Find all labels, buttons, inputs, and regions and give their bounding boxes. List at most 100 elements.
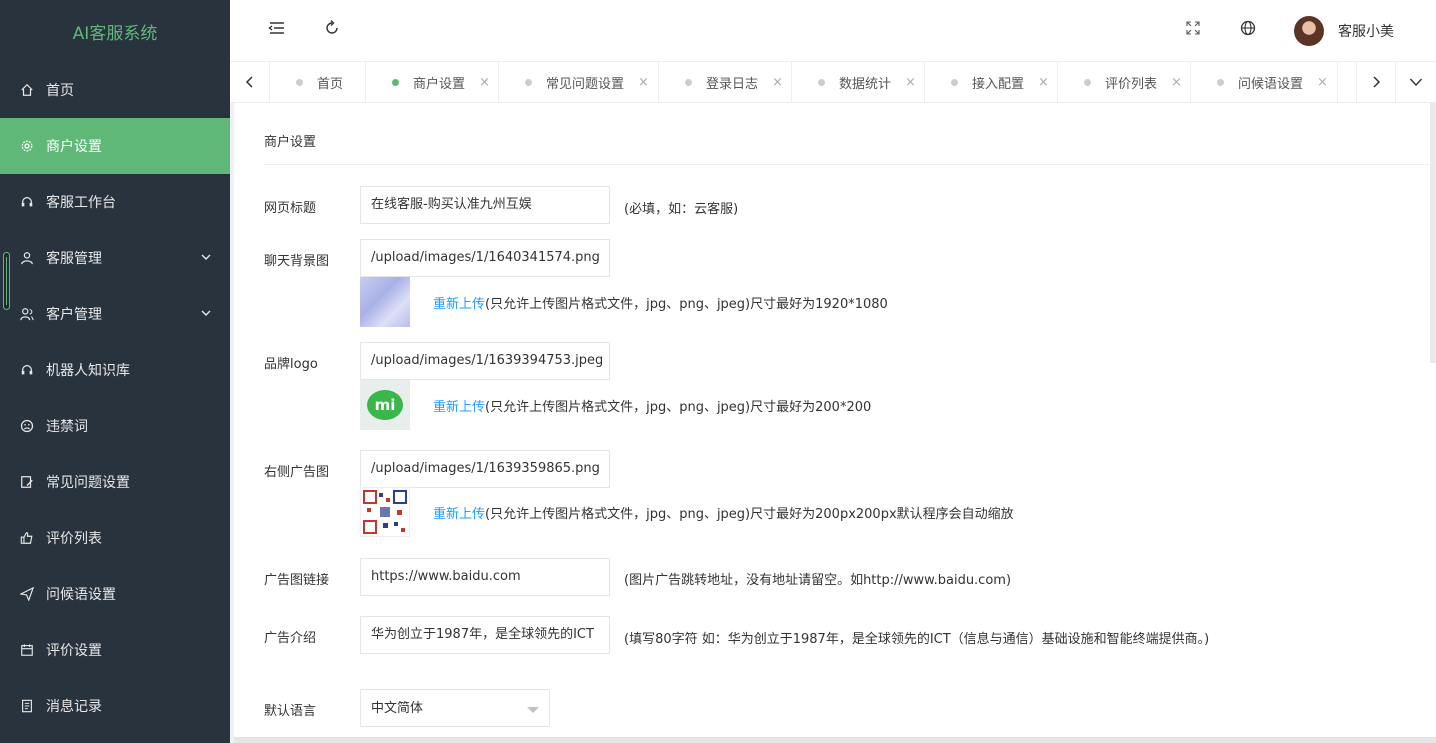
sidebar-item-home[interactable]: 首页 [0,62,230,118]
chat-bg-upload-note: (只允许上传图片格式文件，jpg、png、jpeg)尺寸最好为1920*1080 [485,297,888,312]
tab-merchant-settings[interactable]: 商户设置 × [366,62,499,102]
refresh-button[interactable] [323,19,341,37]
tab-label: 常见问题设置 [546,76,625,92]
top-header: 客服小美 [230,0,1436,62]
brand-logo-input[interactable]: /upload/images/1/1639394753.jpeg [360,342,610,380]
tab-data-statistics[interactable]: 数据统计 × [792,62,925,102]
sidebar-item-label: 评价设置 [46,643,102,659]
tab-login-log[interactable]: 登录日志 × [659,62,792,102]
tab-close-icon[interactable]: × [1038,75,1049,90]
sidebar-item-agent-workbench[interactable]: 客服工作台 [0,174,230,230]
chat-bg-upload-line: 重新上传(只允许上传图片格式文件，jpg、png、jpeg)尺寸最好为1920*… [433,293,888,312]
sidebar: AI客服系统 首页 商户设置 客服工作台 客服管理 客户管理 机器人知识库 违禁… [0,0,230,743]
tab-dot [392,78,399,86]
fullscreen-icon [1186,21,1200,35]
sidebar-item-message-records[interactable]: 消息记录 [0,678,230,734]
page-title: 商户设置 [264,103,1434,165]
tab-menu-dropdown-button[interactable] [1396,62,1436,102]
content-horizontal-scrollbar[interactable] [234,737,1436,743]
language-button[interactable] [1239,19,1257,37]
tab-greeting-settings[interactable]: 问候语设置 × [1191,62,1338,102]
tab-label: 数据统计 [839,76,892,92]
chevron-down-icon [1409,78,1423,87]
chevron-left-icon [245,76,253,88]
tab-scroll-left-button[interactable] [230,62,270,102]
sidebar-item-label: 评价列表 [46,531,102,547]
tab-label: 接入配置 [972,76,1025,92]
caret-down-icon [527,707,539,713]
tab-label: 评价列表 [1105,76,1158,92]
refresh-icon [326,20,338,34]
brand-logo-mark: mi [367,390,403,420]
sidebar-item-customer-management[interactable]: 客户管理 [0,286,230,342]
chevron-down-icon [201,254,211,260]
tab-close-icon[interactable]: × [638,75,649,90]
tab-dot [818,78,825,86]
sidebar-item-greeting-settings[interactable]: 问候语设置 [0,566,230,622]
sidebar-item-banned-words[interactable]: 违禁词 [0,398,230,454]
sidebar-item-agent-management[interactable]: 客服管理 [0,230,230,286]
right-ad-reupload-link[interactable]: 重新上传 [433,507,485,522]
web-title-input[interactable]: 在线客服-购买认准九州互娱 [360,186,610,224]
sidebar-item-review-settings[interactable]: 评价设置 [0,622,230,678]
ad-link-hint: (图片广告跳转地址，没有地址请留空。如http://www.baidu.com) [624,573,1012,588]
qr-code-icon [363,490,407,534]
tab-review-list[interactable]: 评价列表 × [1058,62,1191,102]
ad-link-label: 广告图链接 [264,573,330,588]
sidebar-item-review-list[interactable]: 评价列表 [0,510,230,566]
ad-link-input[interactable]: https://www.baidu.com [360,558,610,596]
users-icon [20,307,34,321]
brand-logo-label: 品牌logo [264,357,318,372]
sidebar-item-robot-knowledge[interactable]: 机器人知识库 [0,342,230,398]
ad-intro-label: 广告介绍 [264,631,317,646]
tab-close-icon[interactable]: × [905,75,916,90]
sidebar-item-label: 客服管理 [46,251,102,267]
chevron-down-icon [201,310,211,316]
default-lang-value: 中文简体 [371,701,424,716]
tab-access-config[interactable]: 接入配置 × [925,62,1058,102]
tab-close-icon[interactable]: × [479,75,490,90]
sidebar-item-faq-settings[interactable]: 常见问题设置 [0,454,230,510]
chevron-right-icon [1373,76,1381,88]
right-ad-input[interactable]: /upload/images/1/1639359865.png [360,450,610,488]
user-menu[interactable]: 客服小美 [1294,15,1394,47]
send-icon [20,587,34,601]
face-sad-icon [20,419,34,433]
chat-bg-input[interactable]: /upload/images/1/1640341574.png [360,239,610,277]
tab-close-icon[interactable]: × [772,75,783,90]
chat-bg-reupload-link[interactable]: 重新上传 [433,297,485,312]
fullscreen-button[interactable] [1184,19,1202,37]
brand-logo-reupload-link[interactable]: 重新上传 [433,400,485,415]
globe-icon [1240,20,1256,36]
tab-close-icon[interactable]: × [1317,75,1328,90]
main-content: 商户设置 网页标题 在线客服-购买认准九州互娱 (必填，如：云客服) 聊天背景图… [230,103,1436,743]
default-lang-select[interactable]: 中文简体 [360,689,550,727]
tab-label: 首页 [317,76,344,92]
sidebar-item-merchant-settings[interactable]: 商户设置 [0,118,230,174]
tab-dot [525,78,532,86]
tab-scroll-right-button[interactable] [1356,62,1396,102]
tab-label: 商户设置 [413,76,466,92]
tab-home[interactable]: 首页 [270,62,366,102]
toggle-sidebar-button[interactable] [268,19,286,37]
headset-icon [20,195,34,209]
username: 客服小美 [1338,24,1394,40]
sidebar-item-label: 商户设置 [46,139,102,155]
sidebar-item-label: 首页 [46,83,74,99]
brand-logo-thumbnail: mi [360,380,410,430]
user-icon [20,251,34,265]
content-vertical-scrollbar[interactable] [1430,103,1436,363]
thumbs-up-icon [20,531,34,545]
right-ad-upload-note: (只允许上传图片格式文件，jpg、png、jpeg)尺寸最好为200px200p… [485,507,1014,522]
ad-intro-input[interactable]: 华为创立于1987年，是全球领先的ICT [360,616,610,654]
sidebar-item-label: 客户管理 [46,307,102,323]
menu-fold-icon [268,22,284,34]
right-ad-label: 右侧广告图 [264,465,330,480]
brand-title: AI客服系统 [72,23,158,44]
chat-bg-thumbnail [360,277,410,327]
sidebar-scroll-handle[interactable] [3,252,10,310]
brand-logo-upload-note: (只允许上传图片格式文件，jpg、png、jpeg)尺寸最好为200*200 [485,400,872,415]
tab-close-icon[interactable]: × [1171,75,1182,90]
tab-faq-settings[interactable]: 常见问题设置 × [499,62,659,102]
sidebar-item-label: 违禁词 [46,419,88,435]
